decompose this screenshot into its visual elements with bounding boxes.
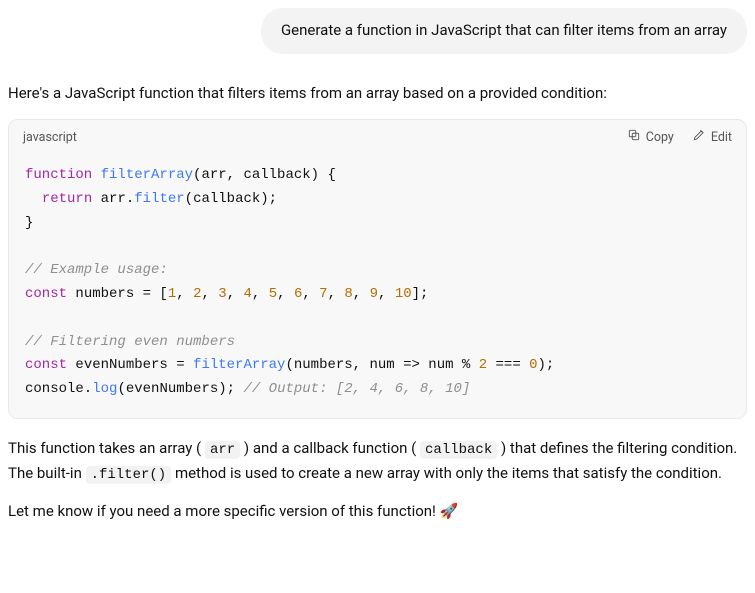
- inline-code-arr: arr: [205, 441, 240, 459]
- edit-icon: [692, 128, 706, 146]
- code-block: javascript Copy Edit function filterArra…: [8, 119, 747, 419]
- code-block-header: javascript Copy Edit: [9, 120, 746, 154]
- user-message-text: Generate a function in JavaScript that c…: [281, 21, 727, 39]
- copy-button[interactable]: Copy: [627, 128, 674, 146]
- assistant-explanation: This function takes an array ( arr ) and…: [8, 437, 747, 486]
- text-fragment: This function takes an array (: [8, 439, 201, 457]
- assistant-intro: Here's a JavaScript function that filter…: [8, 82, 747, 105]
- inline-code-filter: .filter(): [86, 466, 172, 484]
- inline-code-callback: callback: [420, 441, 497, 459]
- code-block-body[interactable]: function filterArray(arr, callback) { re…: [9, 154, 746, 418]
- text-fragment: ) and a callback function (: [244, 439, 416, 457]
- edit-button[interactable]: Edit: [692, 128, 732, 146]
- copy-button-label: Copy: [646, 130, 674, 145]
- code-language-label: javascript: [23, 130, 77, 145]
- user-message-row: Generate a function in JavaScript that c…: [8, 8, 747, 54]
- text-fragment: method is used to create a new array wit…: [175, 464, 722, 482]
- copy-icon: [627, 128, 641, 146]
- code-block-actions: Copy Edit: [627, 128, 732, 146]
- edit-button-label: Edit: [711, 130, 732, 145]
- user-message-bubble: Generate a function in JavaScript that c…: [261, 8, 747, 54]
- assistant-closing: Let me know if you need a more specific …: [8, 500, 747, 523]
